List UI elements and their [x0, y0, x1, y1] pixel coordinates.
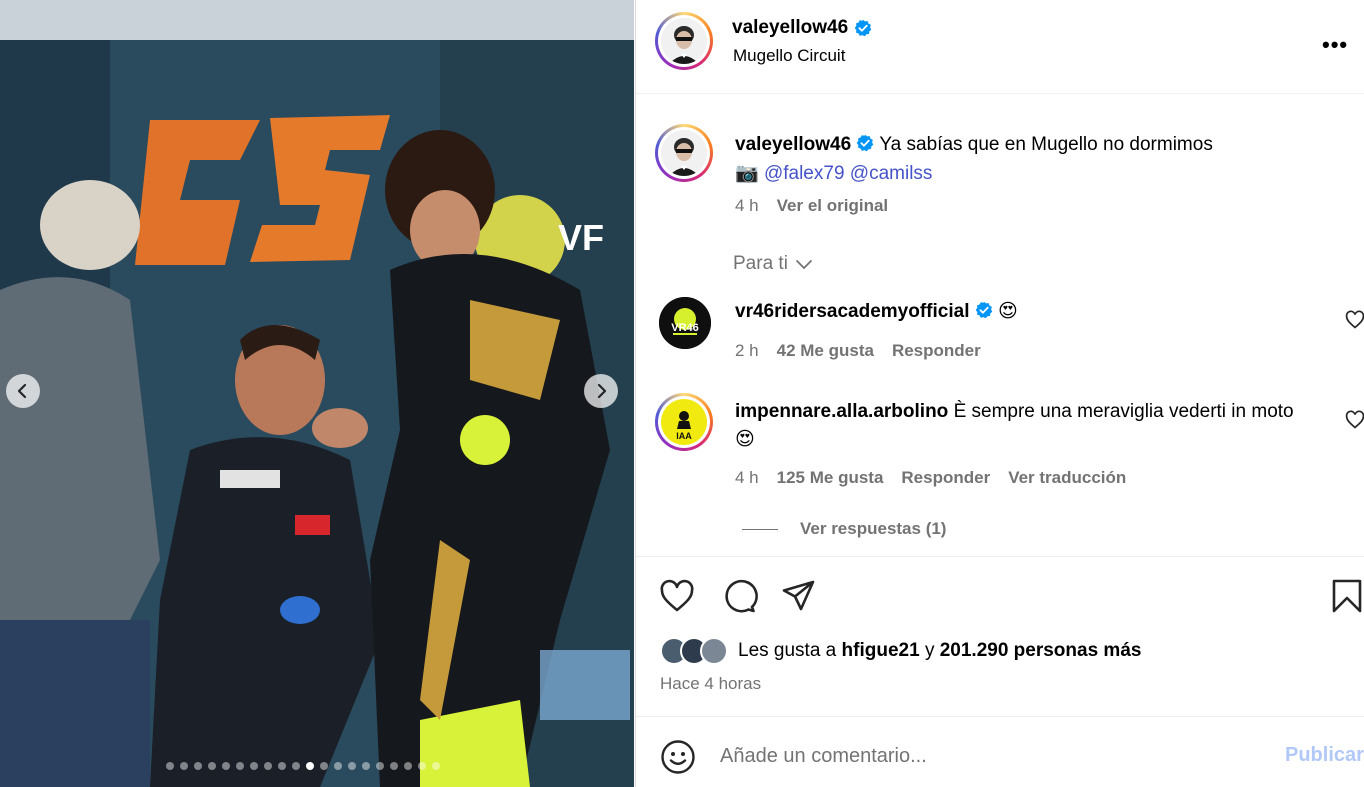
svg-text:VF: VF [558, 217, 604, 258]
comment-filter-label: Para ti [733, 253, 788, 274]
svg-text:VR46: VR46 [671, 322, 699, 334]
post-header: valeyellow46 Mugello Circuit ••• [636, 0, 1364, 94]
caption-text: Ya sabías que en Mugello no dormimos [879, 134, 1213, 155]
avatar[interactable] [700, 637, 728, 665]
camera-emoji: 📷 [735, 163, 759, 184]
verified-icon [854, 19, 872, 37]
comment-body: vr46ridersacademyofficial 😍 [735, 298, 1315, 326]
divider [636, 556, 1364, 557]
comment-time[interactable]: 2 h [735, 341, 759, 361]
carousel-dot [320, 762, 328, 770]
caption-username[interactable]: valeyellow46 [735, 134, 851, 155]
view-replies-button[interactable]: Ver respuestas (1) [742, 519, 946, 539]
see-original-button[interactable]: Ver el original [777, 196, 889, 216]
post-caption: valeyellow46 Ya sabías que en Mugello no… [735, 130, 1335, 188]
previous-slide-button[interactable] [6, 374, 40, 408]
mention-camilss[interactable]: @camilss [850, 163, 933, 184]
carousel-dot [418, 762, 426, 770]
emoji-icon[interactable] [660, 739, 696, 775]
replies-divider-line [742, 528, 778, 530]
others-count[interactable]: 201.290 personas más [940, 640, 1142, 661]
publish-button[interactable]: Publicar [1285, 744, 1364, 767]
comment-meta: 4 h 125 Me gusta Responder Ver traducció… [735, 468, 1126, 488]
carousel-dot [404, 762, 412, 770]
comment-avatar[interactable]: VR46 [659, 297, 711, 349]
chevron-right-icon [597, 383, 607, 399]
liker-username[interactable]: hfigue21 [842, 640, 920, 661]
caption-meta: 4 h Ver el original [735, 196, 888, 216]
comment-username[interactable]: vr46ridersacademyofficial [735, 301, 969, 322]
chevron-left-icon [17, 383, 27, 399]
carousel-dot [376, 762, 384, 770]
post-location[interactable]: Mugello Circuit [733, 46, 845, 66]
carousel-dot [208, 762, 216, 770]
share-icon[interactable] [779, 577, 817, 615]
bookmark-icon[interactable] [1328, 577, 1364, 615]
mention-falex79[interactable]: @falex79 [764, 163, 845, 184]
like-heart-icon[interactable] [658, 577, 696, 615]
author-avatar[interactable] [655, 12, 713, 70]
carousel-dot [432, 762, 440, 770]
carousel-dot [278, 762, 286, 770]
svg-text:IAA: IAA [676, 431, 692, 441]
carousel-dots [166, 762, 440, 770]
reply-button[interactable]: Responder [892, 341, 981, 361]
verified-icon [975, 301, 993, 319]
carousel-dot [194, 762, 202, 770]
carousel-dot [292, 762, 300, 770]
likes-summary: Les gusta a hfigue21 y 201.290 personas … [660, 637, 1141, 665]
comment-time[interactable]: 4 h [735, 468, 759, 488]
carousel-dot [236, 762, 244, 770]
carousel-dot [222, 762, 230, 770]
next-slide-button[interactable] [584, 374, 618, 408]
carousel-dot [166, 762, 174, 770]
caption-author-avatar[interactable] [655, 124, 713, 182]
comment-input[interactable] [720, 739, 1260, 773]
post-timestamp[interactable]: Hace 4 horas [660, 674, 761, 694]
post-photo: VF [0, 0, 634, 787]
verified-icon [857, 134, 874, 152]
comment-composer: Publicar [636, 716, 1364, 787]
chevron-down-icon [796, 260, 812, 270]
carousel-dot [390, 762, 398, 770]
carousel-dot [306, 762, 314, 770]
liker-avatars [660, 637, 728, 665]
carousel-dot [348, 762, 356, 770]
likes-text[interactable]: Les gusta a hfigue21 y 201.290 personas … [738, 640, 1141, 662]
comment-body: impennare.alla.arbolino È sempre una mer… [735, 398, 1315, 454]
more-options-button[interactable]: ••• [1322, 32, 1348, 58]
carousel-dot [264, 762, 272, 770]
comment-filter-dropdown[interactable]: Para ti [733, 253, 814, 275]
comment-username[interactable]: impennare.alla.arbolino [735, 401, 948, 422]
comment-likes-count[interactable]: 125 Me gusta [777, 468, 884, 488]
comment-likes-count[interactable]: 42 Me gusta [777, 341, 874, 361]
comment-like-heart-icon[interactable] [1345, 310, 1364, 330]
see-translation-button[interactable]: Ver traducción [1008, 468, 1126, 488]
comment-avatar[interactable]: IAA [655, 393, 713, 451]
comment-text: 😍 [998, 301, 1018, 322]
caption-time[interactable]: 4 h [735, 196, 759, 216]
view-replies-label: Ver respuestas (1) [800, 519, 947, 538]
comment-icon[interactable] [720, 577, 758, 615]
post-media[interactable]: VF [0, 0, 634, 787]
carousel-dot [334, 762, 342, 770]
carousel-dot [250, 762, 258, 770]
carousel-dot [180, 762, 188, 770]
post-panel: valeyellow46 Mugello Circuit ••• valeyel… [635, 0, 1364, 787]
author-username[interactable]: valeyellow46 [732, 17, 872, 39]
comment-meta: 2 h 42 Me gusta Responder [735, 341, 981, 361]
carousel-dot [362, 762, 370, 770]
comment-like-heart-icon[interactable] [1345, 410, 1364, 430]
reply-button[interactable]: Responder [901, 468, 990, 488]
